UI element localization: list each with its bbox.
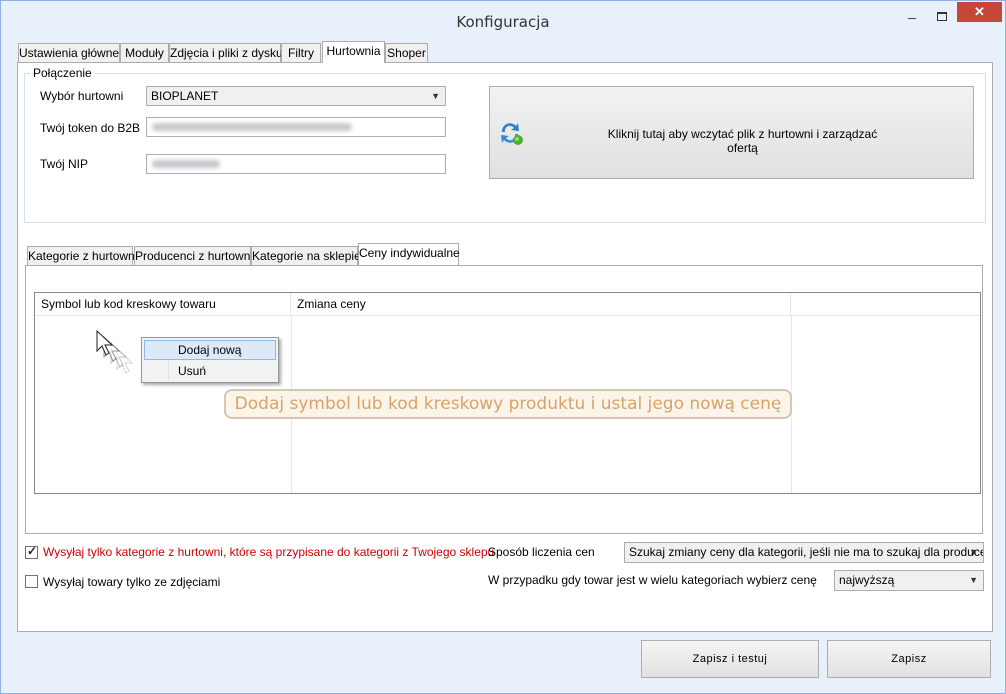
tab-ustawienia-glowne[interactable]: Ustawienia główne — [18, 43, 120, 63]
price-method-select[interactable]: Szukaj zmiany ceny dla kategorii, jeśli … — [624, 542, 984, 563]
chevron-down-icon: ▼ — [431, 91, 440, 101]
col-header-zmiana-ceny[interactable]: Zmiana ceny — [291, 293, 791, 316]
wholesaler-select[interactable]: BIOPLANET ▼ — [146, 86, 446, 106]
col-header-symbol[interactable]: Symbol lub kod kreskowy towaru — [35, 293, 291, 316]
chevron-down-icon: ▼ — [969, 547, 978, 557]
load-wholesaler-file-button[interactable]: Kliknij tutaj aby wczytać plik z hurtown… — [489, 86, 974, 179]
minimize-button[interactable]: – — [898, 7, 926, 29]
menu-item-usun[interactable]: Usuń — [144, 361, 276, 381]
multi-category-label: W przypadku gdy towar jest w wielu kateg… — [488, 573, 817, 587]
menu-item-dodaj-nowa[interactable]: Dodaj nową — [144, 340, 276, 360]
context-menu: Dodaj nową Usuń — [141, 337, 279, 383]
window-title: Konfiguracja — [456, 13, 550, 31]
subtab-kategorie-hurtowni[interactable]: Kategorie z hurtowni — [27, 246, 137, 266]
wholesaler-value: BIOPLANET — [151, 89, 219, 103]
token-input[interactable] — [146, 117, 446, 137]
multi-category-select[interactable]: najwyższą ▼ — [834, 570, 984, 591]
token-label: Twój token do B2B — [40, 121, 141, 135]
nip-input[interactable] — [146, 154, 446, 174]
subtab-ceny-indywidualne[interactable]: Ceny indywidualne — [358, 243, 460, 265]
price-method-value: Szukaj zmiany ceny dla kategorii, jeśli … — [629, 545, 984, 559]
maximize-icon — [937, 12, 947, 21]
load-button-label: Kliknij tutaj aby wczytać plik z hurtown… — [607, 127, 878, 155]
send-with-photos-checkbox[interactable] — [25, 575, 38, 588]
chevron-down-icon: ▼ — [969, 575, 978, 585]
refresh-icon — [501, 123, 523, 145]
tab-shoper[interactable]: Shoper — [385, 43, 428, 63]
mouse-cursor-icon — [96, 329, 134, 374]
checkmark-icon: ✓ — [27, 544, 38, 558]
wholesaler-label: Wybór hurtowni — [40, 89, 124, 103]
tab-hurtownia[interactable]: Hurtownia — [322, 41, 385, 63]
tab-zdjecia[interactable]: Zdjęcia i pliki z dysku — [169, 43, 283, 63]
save-and-test-button[interactable]: Zapisz i testuj — [641, 640, 819, 678]
title-bar[interactable]: Konfiguracja – ✕ — [1, 1, 1005, 37]
subtab-producenci-hurtowni[interactable]: Producenci z hurtowni — [134, 246, 253, 266]
blurred-nip — [152, 160, 220, 168]
hint-tooltip: Dodaj symbol lub kod kreskowy produktu i… — [224, 389, 792, 419]
tab-moduly[interactable]: Moduły — [120, 43, 169, 63]
multi-category-value: najwyższą — [839, 573, 895, 587]
blurred-token — [152, 123, 352, 131]
maximize-button[interactable] — [928, 7, 956, 29]
tab-filtry[interactable]: Filtry — [281, 43, 321, 63]
send-only-assigned-label[interactable]: Wysyłaj tylko kategorie z hurtowni, któr… — [43, 545, 494, 559]
close-button[interactable]: ✕ — [957, 2, 1002, 22]
nip-label: Twój NIP — [40, 157, 89, 171]
col-header-empty[interactable] — [791, 293, 980, 316]
send-only-assigned-checkbox[interactable]: ✓ — [25, 544, 38, 559]
price-method-label: Sposób liczenia cen — [488, 545, 595, 559]
save-button[interactable]: Zapisz — [827, 640, 991, 678]
connection-group-title: Połączenie — [30, 66, 95, 80]
send-with-photos-label[interactable]: Wysyłaj towary tylko ze zdjęciami — [43, 575, 220, 589]
subtab-kategorie-sklepie[interactable]: Kategorie na sklepie — [251, 246, 361, 266]
